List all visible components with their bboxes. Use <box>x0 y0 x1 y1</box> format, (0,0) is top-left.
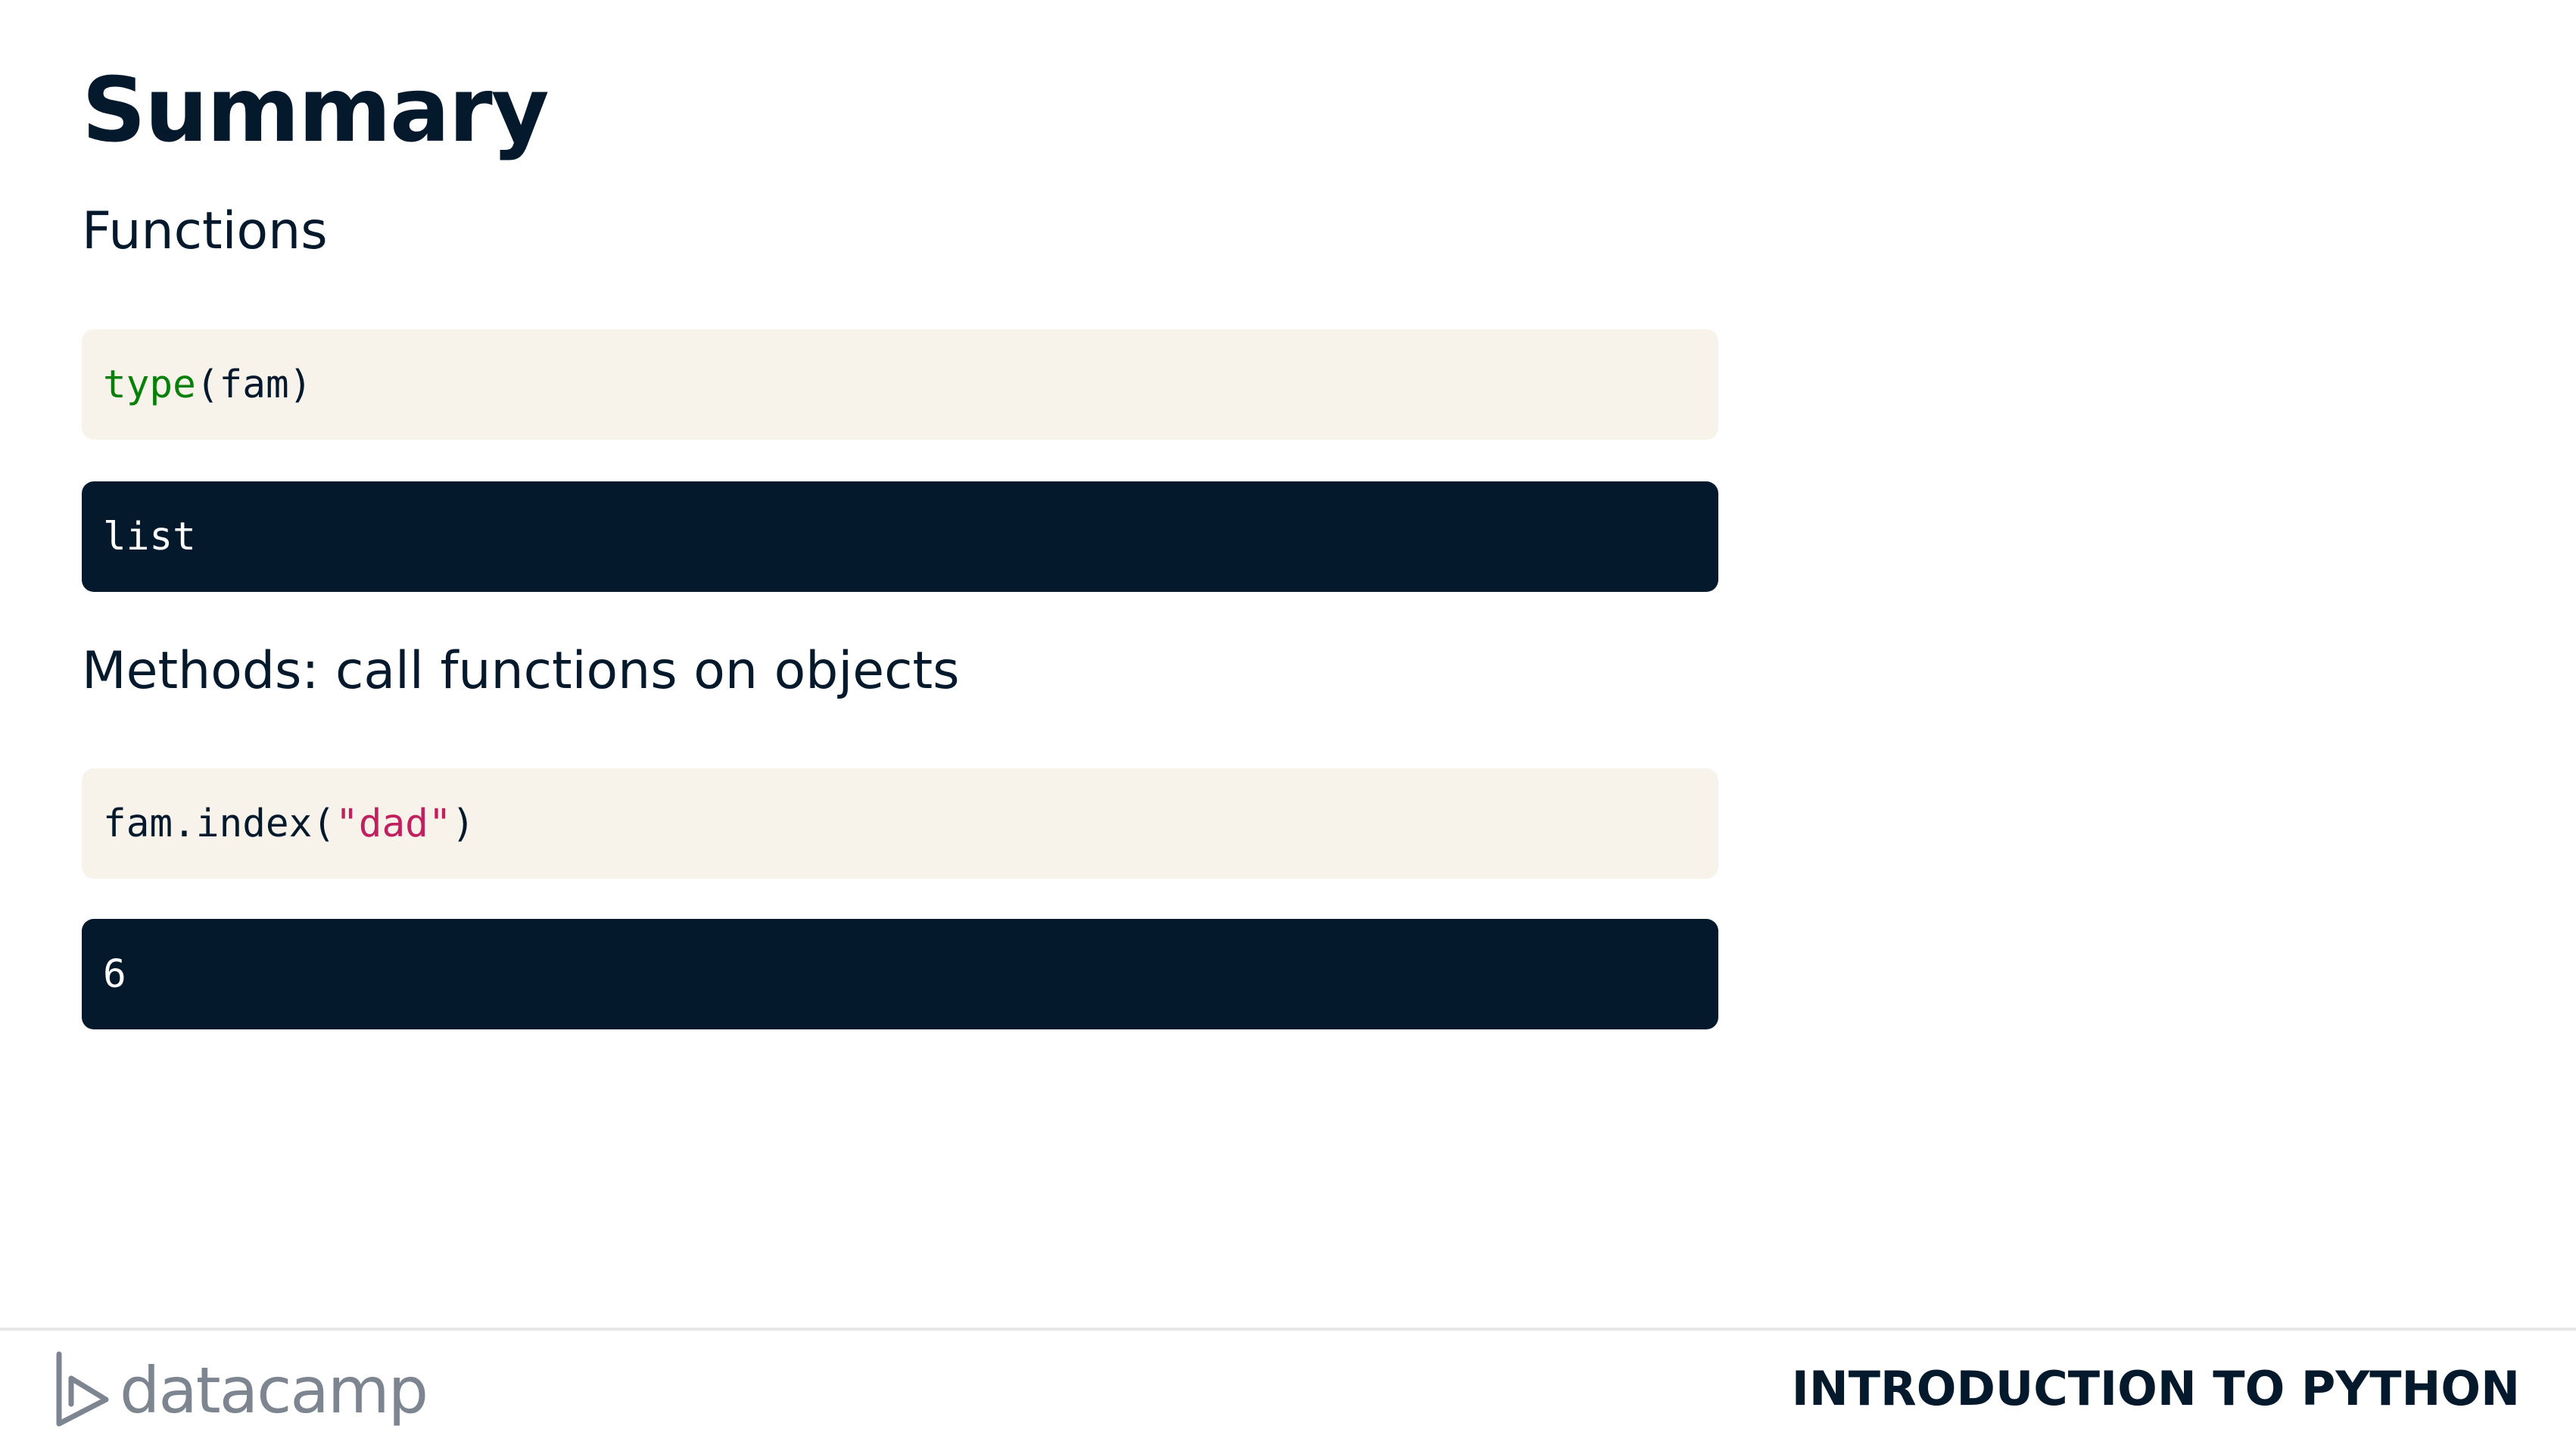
methods-code-output: 6 <box>82 919 1718 1029</box>
functions-code-output: list <box>82 481 1718 592</box>
methods-heading: Methods: call functions on objects <box>82 641 960 701</box>
code-output-text: list <box>103 514 196 559</box>
code-string-token: "dad" <box>335 801 452 846</box>
functions-heading: Functions <box>82 201 328 261</box>
code-builtin-token: type <box>103 362 196 407</box>
datacamp-logo-icon <box>53 1351 111 1430</box>
code-method-prefix: fam.index( <box>103 801 336 846</box>
course-title: INTRODUCTION TO PYTHON <box>1791 1361 2520 1416</box>
methods-code-input: fam.index("dad") <box>82 768 1718 879</box>
datacamp-logo: datacamp <box>53 1349 428 1432</box>
code-args-token: (fam) <box>195 362 313 407</box>
code-output-text: 6 <box>103 951 126 997</box>
datacamp-wordmark: datacamp <box>120 1353 428 1428</box>
functions-code-input: type (fam) <box>82 329 1718 440</box>
footer-divider <box>0 1328 2576 1331</box>
code-method-suffix: ) <box>451 801 475 846</box>
slide-title: Summary <box>82 58 550 162</box>
